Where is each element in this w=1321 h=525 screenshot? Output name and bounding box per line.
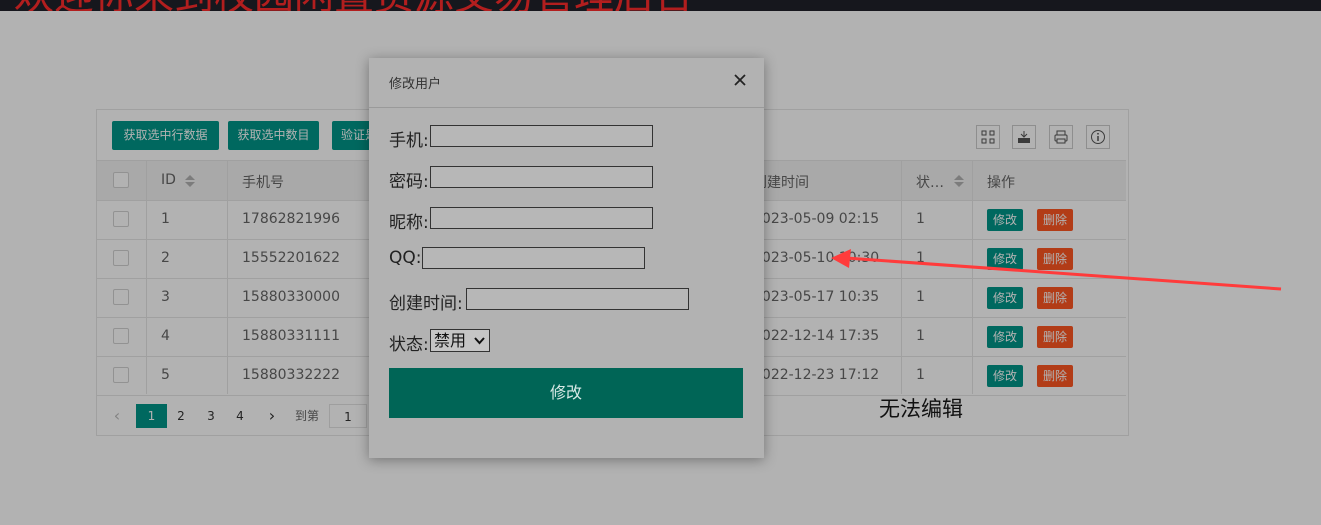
password-field[interactable]	[430, 166, 653, 188]
status-label: 状态:	[389, 335, 429, 355]
dialog-divider	[369, 107, 764, 108]
password-label: 密码:	[389, 172, 429, 192]
dialog-title: 修改用户	[389, 77, 442, 92]
edit-user-dialog: 修改用户 手机: 密码: 昵称: QQ: 创建时间: 状态: 禁用 修改	[369, 58, 764, 458]
status-selected-value: 禁用	[434, 331, 467, 350]
qq-field[interactable]	[422, 247, 645, 269]
phone-label: 手机:	[389, 131, 429, 151]
close-icon[interactable]	[731, 71, 749, 89]
qq-label: QQ:	[389, 248, 422, 268]
created-time-label: 创建时间:	[389, 294, 463, 314]
submit-edit-button[interactable]: 修改	[389, 368, 743, 418]
annotation-note: 无法编辑	[879, 397, 963, 421]
created-time-field[interactable]	[466, 288, 689, 310]
nickname-field[interactable]	[430, 207, 653, 229]
chevron-down-icon	[474, 337, 485, 345]
phone-field[interactable]	[430, 125, 653, 147]
status-select[interactable]: 禁用	[430, 329, 490, 352]
nickname-label: 昵称:	[389, 213, 429, 233]
